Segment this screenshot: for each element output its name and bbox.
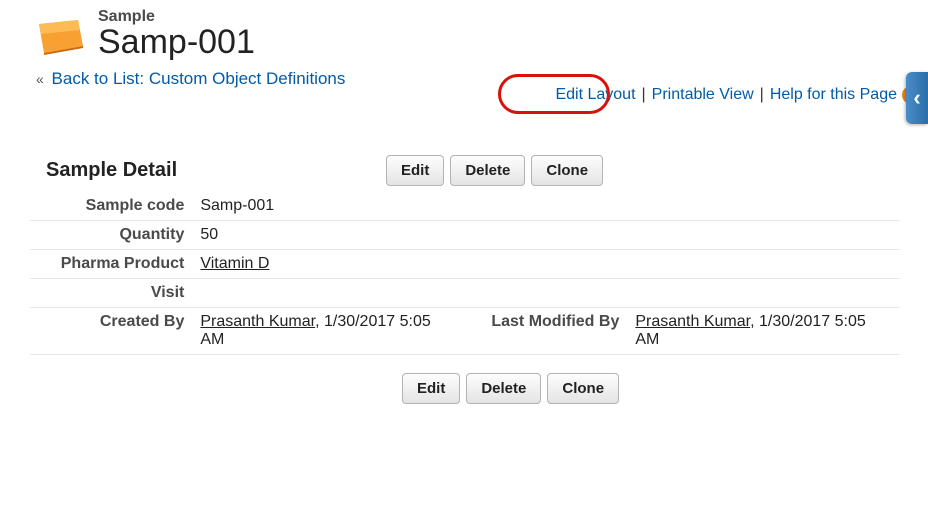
created-by-user-link[interactable]: Prasanth Kumar	[200, 313, 315, 330]
field-value-empty	[627, 192, 900, 221]
back-to-list-link[interactable]: Back to List: Custom Object Definitions	[52, 69, 346, 88]
sample-icon	[36, 18, 86, 56]
help-link[interactable]: Help for this Page	[770, 86, 897, 104]
detail-section: Sample Detail Edit Delete Clone Sample c…	[30, 149, 900, 404]
field-label-empty	[465, 192, 627, 221]
page-header: Sample Samp-001	[0, 0, 928, 61]
field-label: Last Modified By	[465, 308, 627, 355]
table-row: Sample code Samp-001	[30, 192, 900, 221]
caret-left-icon: «	[36, 71, 44, 87]
clone-button[interactable]: Clone	[531, 155, 603, 186]
detail-title: Sample Detail	[46, 159, 386, 182]
field-value	[192, 279, 465, 308]
field-label: Created By	[30, 308, 192, 355]
table-row: Quantity 50	[30, 221, 900, 250]
detail-header: Sample Detail Edit Delete Clone	[30, 149, 900, 192]
button-row-top: Edit Delete Clone	[386, 155, 603, 186]
table-row: Visit	[30, 279, 900, 308]
side-expand-tab[interactable]: ‹	[906, 72, 928, 124]
clone-button[interactable]: Clone	[547, 373, 619, 404]
delete-button[interactable]: Delete	[450, 155, 525, 186]
table-row: Pharma Product Vitamin D	[30, 250, 900, 279]
separator: |	[760, 86, 764, 104]
field-label: Visit	[30, 279, 192, 308]
separator: |	[642, 86, 646, 104]
field-label: Sample code	[30, 192, 192, 221]
modified-by-user-link[interactable]: Prasanth Kumar	[635, 313, 750, 330]
field-value: Prasanth Kumar, 1/30/2017 5:05 AM	[192, 308, 465, 355]
field-value: Prasanth Kumar, 1/30/2017 5:05 AM	[627, 308, 900, 355]
edit-button[interactable]: Edit	[386, 155, 444, 186]
edit-layout-link[interactable]: Edit Layout	[555, 86, 635, 104]
button-row-bottom: Edit Delete Clone	[402, 373, 900, 404]
pharma-product-link[interactable]: Vitamin D	[200, 255, 269, 272]
page-title: Samp-001	[98, 24, 255, 61]
field-label: Quantity	[30, 221, 192, 250]
field-label: Pharma Product	[30, 250, 192, 279]
field-value: Samp-001	[192, 192, 465, 221]
action-links: Edit Layout | Printable View | Help for …	[555, 86, 920, 104]
field-value: 50	[192, 221, 465, 250]
detail-table: Sample code Samp-001 Quantity 50 Pharma …	[30, 192, 900, 355]
table-row: Created By Prasanth Kumar, 1/30/2017 5:0…	[30, 308, 900, 355]
chevron-left-icon: ‹	[913, 85, 920, 111]
printable-view-link[interactable]: Printable View	[652, 86, 754, 104]
delete-button[interactable]: Delete	[466, 373, 541, 404]
field-value: Vitamin D	[192, 250, 465, 279]
edit-button[interactable]: Edit	[402, 373, 460, 404]
